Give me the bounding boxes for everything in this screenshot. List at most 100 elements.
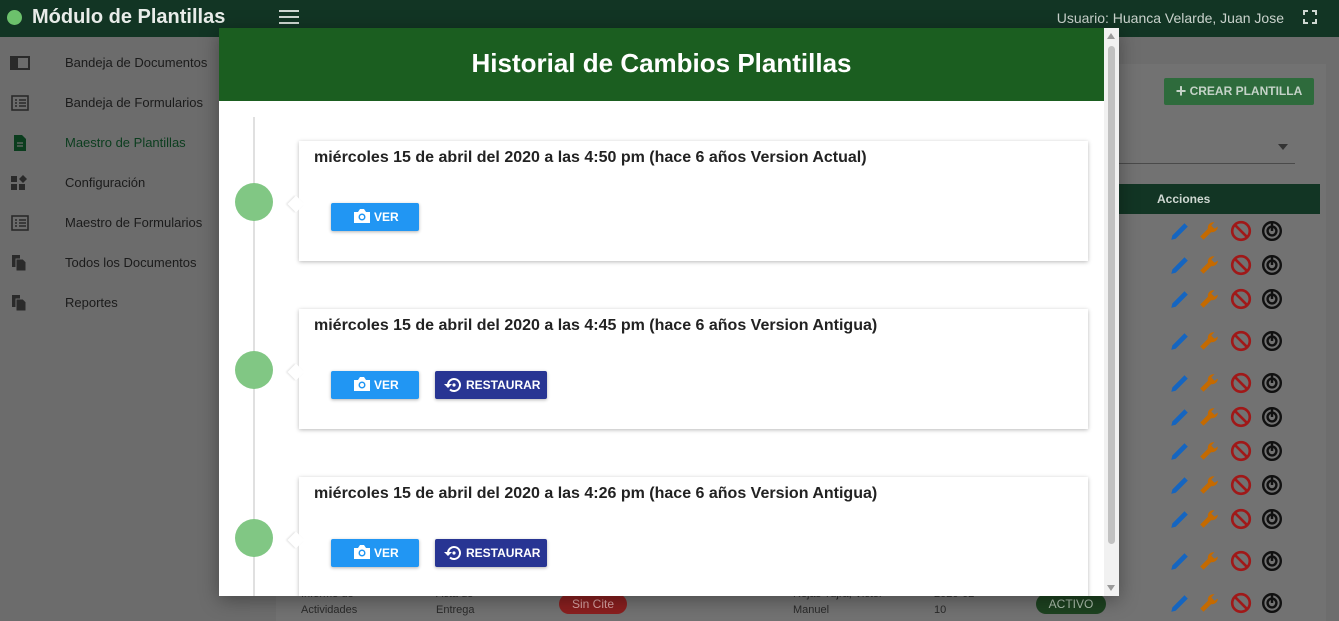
block-icon[interactable] (1230, 508, 1252, 530)
history-modal: Historial de Cambios Plantillas miércole… (219, 28, 1119, 596)
row-actions (1168, 372, 1288, 396)
cell-template-name-2: Actividades (301, 604, 358, 616)
user-label: Usuario: Huanca Velarde, Juan Jose (1056, 10, 1284, 26)
wrench-icon[interactable] (1198, 550, 1220, 572)
sidebar-item-label: Bandeja de Documentos (65, 55, 208, 70)
sidebar-item-label: Maestro de Plantillas (65, 135, 186, 150)
wrench-icon[interactable] (1198, 474, 1220, 496)
modal-header: Historial de Cambios Plantillas (219, 28, 1104, 101)
edit-icon[interactable] (1168, 330, 1190, 352)
timeline-entry: miércoles 15 de abril del 2020 a las 4:2… (287, 477, 1088, 596)
status-badge: ACTIVO (1036, 594, 1106, 614)
history-icon[interactable] (1261, 288, 1283, 310)
view-button-label: VER (374, 546, 399, 560)
entry-date: miércoles 15 de abril del 2020 a las 4:5… (314, 149, 867, 166)
widgets-icon (11, 175, 27, 190)
hamburger-menu-icon[interactable] (279, 10, 299, 26)
timeline-entry: miércoles 15 de abril del 2020 a las 4:5… (287, 141, 1088, 261)
sidebar-item-configuracion[interactable]: Configuración (0, 163, 250, 203)
sidebar-item-label: Maestro de Formularios (65, 215, 203, 230)
history-icon[interactable] (1261, 254, 1283, 276)
cell-doc-type-2: Entrega (436, 604, 475, 616)
history-icon[interactable] (1261, 406, 1283, 428)
create-template-button[interactable]: + CREAR PLANTILLA (1164, 78, 1314, 105)
scrollbar-thumb[interactable] (1108, 46, 1115, 544)
block-icon[interactable] (1230, 550, 1252, 572)
camera-icon (354, 545, 370, 559)
wrench-icon[interactable] (1198, 406, 1220, 428)
filter-select[interactable] (1118, 163, 1295, 164)
view-button[interactable]: VER (331, 203, 419, 231)
row-actions (1168, 550, 1288, 574)
sidebar-item-maestro-plantillas[interactable]: Maestro de Plantillas (0, 123, 250, 163)
block-icon[interactable] (1230, 330, 1252, 352)
block-icon[interactable] (1230, 474, 1252, 496)
history-icon[interactable] (1261, 372, 1283, 394)
restore-button-label: RESTAURAR (466, 378, 541, 392)
history-icon[interactable] (1261, 330, 1283, 352)
sidebar-item-todos-documentos[interactable]: Todos los Documentos (0, 243, 250, 283)
timeline-dot (235, 183, 273, 221)
block-icon[interactable] (1230, 254, 1252, 276)
row-actions (1168, 220, 1288, 244)
plus-icon: + (1175, 81, 1187, 101)
sidebar-item-reportes[interactable]: Reportes (0, 283, 250, 323)
row-actions (1168, 440, 1288, 464)
block-icon[interactable] (1230, 406, 1252, 428)
edit-icon[interactable] (1168, 372, 1190, 394)
scroll-up-icon[interactable] (1107, 33, 1115, 39)
edit-icon[interactable] (1168, 220, 1190, 242)
history-icon[interactable] (1261, 550, 1283, 572)
restore-button-label: RESTAURAR (466, 546, 541, 560)
modal-title: Historial de Cambios Plantillas (471, 48, 852, 78)
block-icon[interactable] (1230, 288, 1252, 310)
wrench-icon[interactable] (1198, 254, 1220, 276)
actions-column-header: Acciones (1157, 192, 1211, 206)
sidebar-item-maestro-formularios[interactable]: Maestro de Formularios (0, 203, 250, 243)
restore-button[interactable]: RESTAURAR (435, 371, 547, 399)
view-button-label: VER (374, 210, 399, 224)
block-icon[interactable] (1230, 440, 1252, 462)
scroll-down-icon[interactable] (1107, 585, 1115, 591)
view-button[interactable]: VER (331, 539, 419, 567)
sidebar-item-bandeja-documentos[interactable]: Bandeja de Documentos (0, 43, 250, 83)
edit-icon[interactable] (1168, 550, 1190, 572)
cell-author-2: Manuel (793, 604, 830, 616)
cite-badge: Sin Cite (559, 594, 627, 614)
block-icon[interactable] (1230, 220, 1252, 242)
app-title: Módulo de Plantillas (32, 6, 226, 28)
chevron-down-icon[interactable] (1278, 144, 1288, 150)
fullscreen-icon[interactable] (1303, 10, 1317, 24)
wrench-icon[interactable] (1198, 372, 1220, 394)
create-template-label: CREAR PLANTILLA (1189, 84, 1303, 98)
sidebar-item-bandeja-formularios[interactable]: Bandeja de Formularios (0, 83, 250, 123)
copy-icon (12, 255, 27, 271)
edit-icon[interactable] (1168, 288, 1190, 310)
timeline-dot (235, 351, 273, 389)
wrench-icon[interactable] (1198, 330, 1220, 352)
block-icon[interactable] (1230, 372, 1252, 394)
sidebar-item-label: Configuración (65, 175, 146, 190)
history-icon[interactable] (1261, 220, 1283, 242)
edit-icon[interactable] (1168, 406, 1190, 428)
edit-icon[interactable] (1168, 440, 1190, 462)
edit-icon[interactable] (1168, 474, 1190, 496)
camera-icon (354, 209, 370, 223)
history-icon[interactable] (1261, 440, 1283, 462)
edit-icon[interactable] (1168, 254, 1190, 276)
sidebar-item-label: Todos los Documentos (65, 255, 197, 270)
view-button[interactable]: VER (331, 371, 419, 399)
wrench-icon[interactable] (1198, 440, 1220, 462)
restore-icon (444, 378, 461, 393)
sidebar: Bandeja de Documentos Bandeja de Formula… (0, 37, 250, 621)
edit-icon[interactable] (1168, 508, 1190, 530)
history-icon[interactable] (1261, 474, 1283, 496)
restore-button[interactable]: RESTAURAR (435, 539, 547, 567)
wrench-icon[interactable] (1198, 220, 1220, 242)
history-icon[interactable] (1261, 508, 1283, 530)
wrench-icon[interactable] (1198, 508, 1220, 530)
row-actions (1168, 474, 1288, 498)
wrench-icon[interactable] (1198, 288, 1220, 310)
copy-icon (12, 295, 27, 311)
logo-icon (7, 10, 22, 25)
